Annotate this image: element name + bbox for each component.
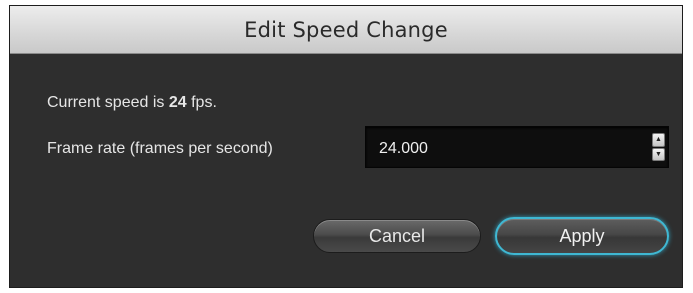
dialog-titlebar[interactable]: Edit Speed Change: [10, 6, 682, 54]
frame-rate-input[interactable]: [366, 127, 636, 167]
current-speed-text: Current speed is 24 fps.: [47, 94, 217, 112]
apply-button[interactable]: Apply: [495, 217, 669, 255]
edit-speed-change-dialog: Edit Speed Change Current speed is 24 fp…: [10, 6, 682, 287]
screen: Edit Speed Change Current speed is 24 fp…: [0, 0, 693, 293]
dialog-title: Edit Speed Change: [244, 17, 448, 42]
down-arrow-icon[interactable]: ▼: [652, 147, 665, 161]
frame-rate-stepper: ▲ ▼: [652, 133, 665, 161]
frame-rate-label: Frame rate (frames per second): [47, 140, 273, 157]
current-speed-value: 24: [168, 94, 187, 111]
current-speed-unit: fps.: [191, 94, 217, 111]
cancel-button[interactable]: Cancel: [313, 219, 481, 253]
frame-rate-field: ▲ ▼: [365, 126, 669, 168]
up-arrow-icon[interactable]: ▲: [652, 133, 665, 147]
current-speed-prefix: Current speed is: [47, 94, 165, 111]
